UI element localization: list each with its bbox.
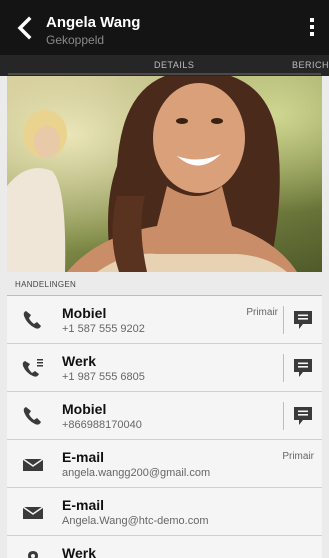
back-arrow-icon (17, 16, 32, 40)
list-item-value: +1 987 555 6805 (62, 371, 145, 383)
list-item-label: E-mail (62, 449, 105, 465)
section-header-label: HANDELINGEN (15, 280, 77, 289)
mail-icon (22, 458, 44, 471)
contact-name: Angela Wang (46, 14, 141, 31)
overflow-menu-icon (310, 18, 314, 22)
list-item[interactable]: Mobiel +1 587 555 9202 Primair (7, 296, 322, 344)
list-item[interactable]: Mobiel +866988170040 (7, 392, 322, 440)
contact-photo[interactable] (7, 76, 322, 272)
primary-badge: Primair (282, 451, 314, 462)
message-icon[interactable] (292, 309, 314, 331)
action-list: Mobiel +1 587 555 9202 Primair Werk +1 9… (7, 296, 322, 558)
section-header: HANDELINGEN (7, 272, 322, 296)
list-item-value: +1 587 555 9202 (62, 323, 145, 335)
tab-details[interactable]: DETAILS (154, 60, 194, 70)
tab-bar: DETAILS BERICHT (0, 55, 329, 76)
phone-icon (23, 407, 41, 425)
overflow-menu-button[interactable] (307, 18, 317, 40)
divider (283, 354, 284, 382)
top-app-bar: Angela Wang Gekoppeld (0, 0, 329, 55)
message-icon[interactable] (292, 405, 314, 427)
list-item-label: Mobiel (62, 401, 107, 417)
list-item-label: Werk (62, 545, 96, 558)
tab-berichten[interactable]: BERICHT (292, 60, 329, 70)
phone-icon (23, 311, 41, 329)
list-item-value: Angela.Wang@htc-demo.com (62, 515, 209, 527)
list-item-label: E-mail (62, 497, 105, 513)
divider (283, 402, 284, 430)
list-item[interactable]: Werk (7, 536, 322, 558)
list-item-value: angela.wangg200@gmail.com (62, 467, 211, 479)
location-icon (28, 551, 38, 558)
tab-indicator (8, 73, 321, 75)
list-item-label: Mobiel (62, 305, 107, 321)
divider (283, 306, 284, 334)
work-phone-icon (22, 359, 43, 377)
back-button[interactable] (14, 16, 34, 40)
list-item[interactable]: E-mail Angela.Wang@htc-demo.com (7, 488, 322, 536)
list-item[interactable]: E-mail angela.wangg200@gmail.com Primair (7, 440, 322, 488)
contact-photo-image (7, 76, 322, 272)
message-icon[interactable] (292, 357, 314, 379)
list-item-value: +866988170040 (62, 419, 142, 431)
contact-status: Gekoppeld (46, 33, 105, 47)
list-item[interactable]: Werk +1 987 555 6805 (7, 344, 322, 392)
primary-badge: Primair (246, 307, 278, 318)
mail-icon (22, 506, 44, 519)
list-item-label: Werk (62, 353, 96, 369)
